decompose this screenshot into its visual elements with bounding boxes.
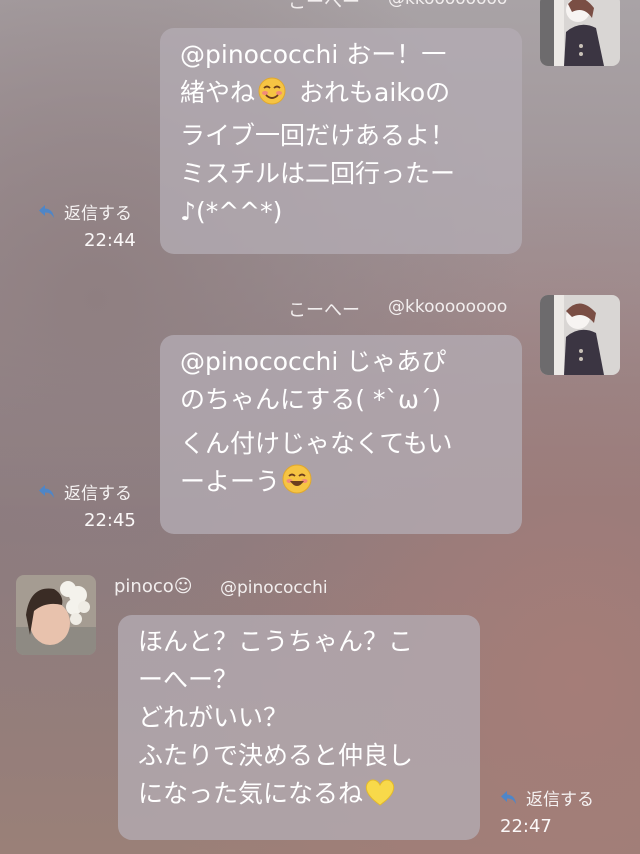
message-text-line: 緒やね xyxy=(180,78,256,107)
message-text-line: くん付けじゃなくてもい xyxy=(180,429,453,458)
smiling-face-icon xyxy=(255,76,289,117)
message-text-line: ミスチルは二回行ったー xyxy=(180,159,456,188)
sender-handle[interactable]: @pinococchi xyxy=(220,578,328,598)
timestamp: 22:47 xyxy=(500,816,552,837)
grinning-face-icon xyxy=(280,463,314,506)
message-text-line: @pinococchi じゃあぴ xyxy=(180,347,447,376)
reply-arrow-icon xyxy=(501,790,516,804)
message-text-line: @pinococchi おー！一 xyxy=(180,40,447,69)
message-text-line: ほんと？こうちゃん？こ xyxy=(138,627,414,656)
reply-arrow-icon xyxy=(39,204,54,218)
sender-name: こーへー xyxy=(288,300,360,321)
yellow-heart-icon xyxy=(363,777,397,818)
message-text-line: ライブ一回だけあるよ！ xyxy=(180,121,456,150)
sender-name: こーへー xyxy=(288,0,360,13)
message-text-line: どれがいい？ xyxy=(138,703,289,732)
avatar[interactable] xyxy=(540,0,620,66)
sender-name: pinoco☺ xyxy=(114,576,193,597)
reply-arrow-icon xyxy=(39,484,54,498)
message-bubble[interactable]: @pinococchi じゃあぴ のちゃんにする( *`ω´) くん付けじゃなく… xyxy=(160,335,522,534)
sender-handle[interactable]: @kkoooooooo xyxy=(388,0,507,9)
message-text-line: ーへー？ xyxy=(138,665,239,694)
timestamp: 22:45 xyxy=(84,510,136,531)
message-text-line: ーよーう xyxy=(180,467,281,496)
reply-label: 返信する xyxy=(526,790,594,810)
reply-label: 返信する xyxy=(64,484,132,504)
message-text-line: おれもaikoの xyxy=(299,78,451,107)
message-text-line: ふたりで決めると仲良し xyxy=(138,741,414,770)
message-text-line: になった気になるね xyxy=(138,779,364,808)
reply-button[interactable]: 返信する xyxy=(500,785,594,810)
message-bubble[interactable]: ほんと？こうちゃん？こ ーへー？ どれがいい？ ふたりで決めると仲良し になった… xyxy=(118,615,480,840)
timestamp: 22:44 xyxy=(84,230,136,251)
message-text-line: のちゃんにする( *`ω´) xyxy=(180,385,442,414)
reply-button[interactable]: 返信する xyxy=(38,479,132,504)
message-bubble[interactable]: @pinococchi おー！一 緒やね おれもaikoの ライブ一回だけあるよ！… xyxy=(160,28,522,254)
sender-handle[interactable]: @kkoooooooo xyxy=(388,297,507,317)
reply-button[interactable]: 返信する xyxy=(38,199,132,224)
reply-label: 返信する xyxy=(64,204,132,224)
message-text-line: ♪(*^^*) xyxy=(180,197,283,226)
avatar[interactable] xyxy=(16,575,96,655)
avatar[interactable] xyxy=(540,295,620,375)
